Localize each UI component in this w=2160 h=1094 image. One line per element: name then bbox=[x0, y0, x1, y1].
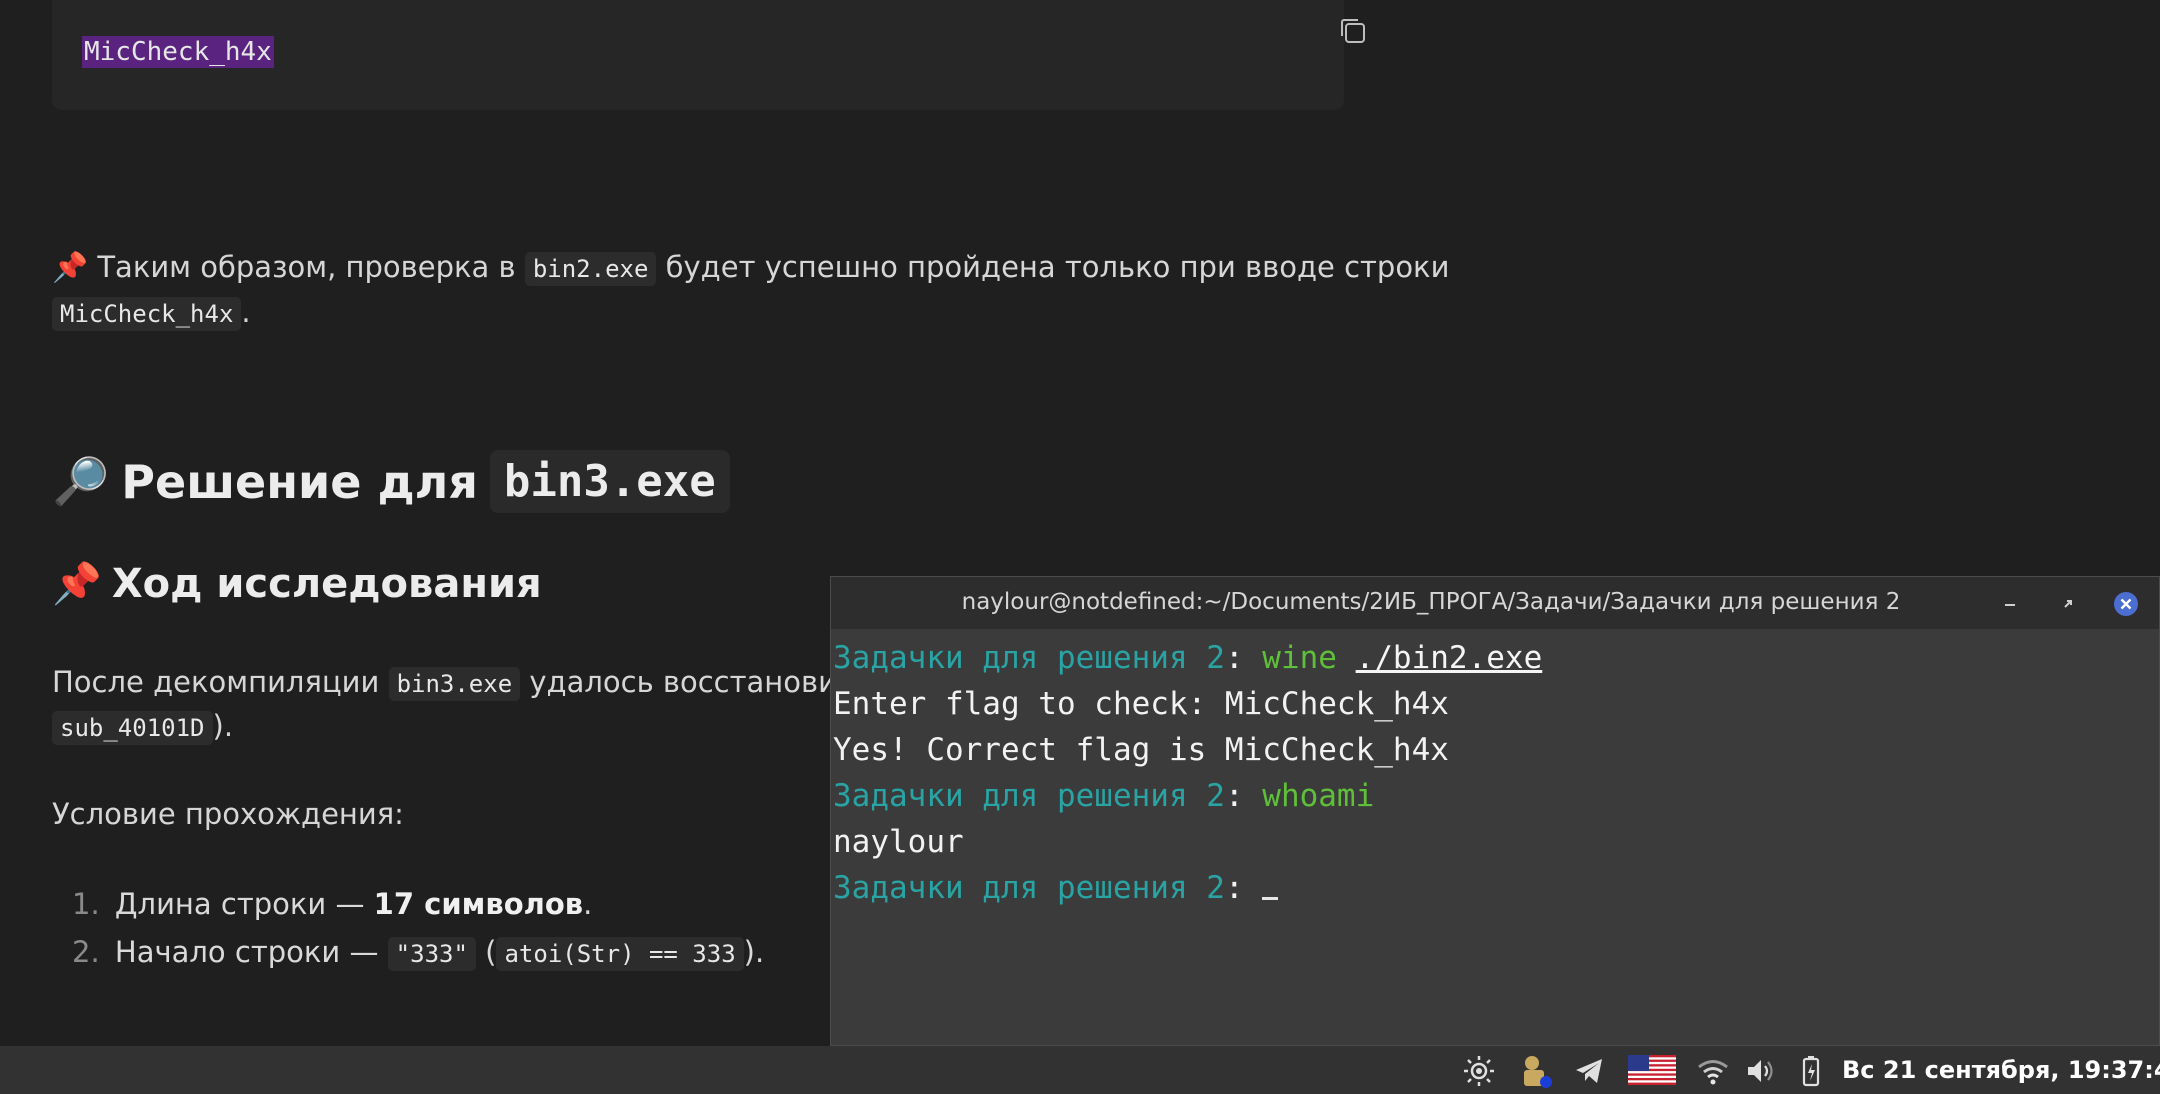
terminal-line: Задачки для решения 2: wine ./bin2.exe bbox=[833, 640, 1543, 676]
terminal-line: naylour bbox=[833, 824, 964, 860]
clock[interactable]: Вс 21 сентября, 19:37:47 bbox=[1842, 1056, 2160, 1084]
heading-code: bin3.exe bbox=[489, 450, 730, 513]
pin-emoji: 📌 bbox=[52, 561, 102, 607]
heading-solution: 🔎 Решение для bin3.exe bbox=[52, 450, 730, 513]
pin-emoji: 📌 bbox=[52, 250, 89, 284]
copy-icon[interactable] bbox=[1336, 14, 1370, 48]
terminal-prompt-line[interactable]: Задачки для решения 2: bbox=[833, 865, 2153, 911]
inline-code: atoi(Str) == 333 bbox=[496, 937, 744, 971]
inline-code: sub_40101D bbox=[52, 711, 213, 745]
terminal-line: Задачки для решения 2: whoami bbox=[833, 778, 1375, 814]
terminal-title: naylour@notdefined:~/Documents/2ИБ_ПРОГА… bbox=[961, 589, 1901, 615]
inline-code: bin2.exe bbox=[524, 252, 657, 286]
magnifier-emoji: 🔎 bbox=[52, 454, 110, 508]
paragraph-decompile-line2: sub_40101D). bbox=[52, 704, 233, 750]
close-icon[interactable] bbox=[2113, 591, 2139, 617]
wifi-icon[interactable] bbox=[1696, 1054, 1730, 1088]
terminal-output[interactable]: Задачки для решения 2: wine ./bin2.exe E… bbox=[833, 635, 2153, 911]
us-flag-icon[interactable] bbox=[1628, 1055, 1676, 1085]
heading-investigation: 📌 Ход исследования bbox=[52, 560, 542, 608]
brightness-icon[interactable] bbox=[1462, 1054, 1496, 1088]
paragraph-conclusion-line2: MicCheck_h4x. bbox=[52, 290, 251, 336]
maximize-icon[interactable] bbox=[2055, 591, 2081, 617]
inline-code: bin3.exe bbox=[388, 667, 521, 701]
code-block: MicCheck_h4x bbox=[52, 0, 1365, 110]
inline-code: MicCheck_h4x bbox=[52, 297, 242, 331]
battery-icon[interactable] bbox=[1794, 1054, 1828, 1088]
paragraph-conclusion: 📌 Таким образом, проверка в bin2.exe буд… bbox=[52, 250, 1450, 286]
text-cursor bbox=[1262, 867, 1279, 900]
vpn-lock-icon[interactable] bbox=[1518, 1052, 1552, 1088]
list-item: 2. Начало строки — "333" (atoi(Str) == 3… bbox=[72, 935, 765, 971]
taskbar: Вс 21 сентября, 19:37:47 bbox=[0, 1046, 2160, 1094]
code-block-text[interactable]: MicCheck_h4x bbox=[82, 36, 274, 68]
inline-code: "333" bbox=[387, 937, 476, 971]
ordered-list: 1. Длина строки — 17 символов. 2. Начало… bbox=[72, 882, 764, 978]
volume-icon[interactable] bbox=[1744, 1054, 1778, 1088]
terminal-line: Yes! Correct flag is MicCheck_h4x bbox=[833, 732, 1449, 768]
list-item: 1. Длина строки — 17 символов. bbox=[72, 887, 593, 921]
paragraph-condition: Условие прохождения: bbox=[52, 797, 404, 831]
minimize-icon[interactable] bbox=[1997, 591, 2023, 617]
terminal-line: Enter flag to check: MicCheck_h4x bbox=[833, 686, 1449, 722]
terminal-titlebar[interactable]: naylour@notdefined:~/Documents/2ИБ_ПРОГА… bbox=[831, 577, 2159, 629]
terminal-window[interactable]: naylour@notdefined:~/Documents/2ИБ_ПРОГА… bbox=[830, 576, 2160, 1046]
telegram-icon[interactable] bbox=[1572, 1054, 1606, 1088]
paragraph-decompile: После декомпиляции bin3.exe удалось восс… bbox=[52, 665, 897, 701]
